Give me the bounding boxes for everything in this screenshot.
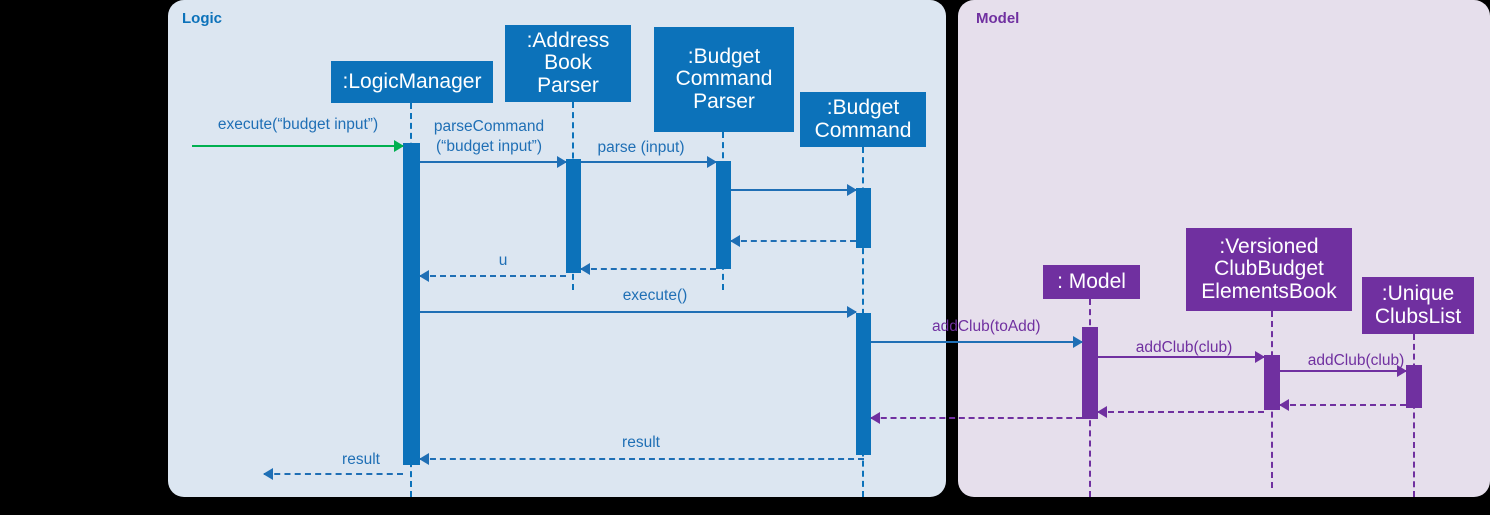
- m-return-versionedbook: [1098, 411, 1264, 413]
- act-budgetcommand-create: [856, 188, 871, 248]
- participant-label-logicmanager: :LogicManager: [342, 69, 482, 93]
- m-result-1: [420, 458, 864, 460]
- participant-label-addressbookparser: :Address Book Parser: [526, 29, 610, 97]
- m-addclub-club-2: [1280, 370, 1406, 372]
- m-return-u-label: u: [498, 252, 508, 269]
- m-return-model: [871, 417, 1082, 419]
- act-logicmanager: [403, 143, 420, 465]
- m-execute2: [420, 311, 856, 313]
- m-execute2-arrowhead-icon: [847, 306, 857, 318]
- m-parse-label: parse (input): [597, 139, 685, 156]
- lifeline-uniqueclubslist: [1413, 334, 1415, 497]
- m-parse-arrowhead-icon: [707, 156, 717, 168]
- m-return-parse-arrowhead-icon: [580, 263, 590, 275]
- panel-title-logic: Logic: [182, 10, 222, 27]
- participant-versionedclubbudgetelementsbook[interactable]: :Versioned ClubBudget ElementsBook: [1186, 228, 1352, 311]
- m-return-uniqueclubslist-arrowhead-icon: [1279, 399, 1289, 411]
- m-result-2: [264, 473, 403, 475]
- m-addclub-club-1-arrowhead-icon: [1255, 351, 1265, 363]
- participant-uniqueclubslist[interactable]: :Unique ClubsList: [1362, 277, 1474, 334]
- m-parsecommand: [420, 161, 566, 163]
- m-result-1-arrowhead-icon: [419, 453, 429, 465]
- participant-addressbookparser[interactable]: :Address Book Parser: [505, 25, 631, 102]
- sequence-diagram: Logic Model execute(“budget input”) parseCo…: [0, 0, 1490, 515]
- m-return-versionedbook-arrowhead-icon: [1097, 406, 1107, 418]
- act-budgetcommandparser: [716, 161, 731, 269]
- m-return-parse: [581, 268, 716, 270]
- participant-label-budgetcommand: :Budget Command: [814, 96, 912, 142]
- participant-label-uniqueclubslist: :Unique ClubsList: [1374, 282, 1462, 328]
- m-create-budgetcommand: [731, 189, 856, 191]
- act-uniqueclubslist: [1406, 365, 1422, 408]
- panel-title-model: Model: [976, 10, 1020, 27]
- m-parsecommand-arrowhead-icon: [557, 156, 567, 168]
- participant-label-model: : Model: [1057, 269, 1126, 293]
- act-addressbookparser: [566, 159, 581, 273]
- m-addclub-toadd-label: addClub(toAdd): [932, 318, 1041, 335]
- m-addclub-club-1-label: addClub(club): [1135, 339, 1233, 356]
- m-execute: [192, 145, 403, 147]
- act-versionedbook: [1264, 355, 1280, 410]
- m-result-2-arrowhead-icon: [263, 468, 273, 480]
- m-parsecommand-label: (“budget input”): [436, 138, 542, 155]
- m-addclub-club-2-label: addClub(club): [1307, 352, 1405, 369]
- m-parse: [581, 161, 716, 163]
- participant-label-versionedclubbudgetelementsbook: :Versioned ClubBudget ElementsBook: [1201, 235, 1337, 303]
- act-model: [1082, 327, 1098, 419]
- m-execute2-label: execute(): [622, 287, 688, 304]
- participant-label-budgetcommandparser: :Budget Command Parser: [675, 45, 773, 113]
- m-execute-arrowhead-icon: [394, 140, 404, 152]
- participant-logicmanager[interactable]: :LogicManager: [331, 61, 493, 103]
- participant-budgetcommand[interactable]: :Budget Command: [800, 92, 926, 147]
- m-return-budgetcommand: [731, 240, 856, 242]
- m-result-2-label: result: [342, 451, 380, 468]
- m-parsecommand-label: parseCommand: [433, 118, 545, 135]
- m-return-budgetcommand-arrowhead-icon: [730, 235, 740, 247]
- m-execute-label: execute(“budget input”): [217, 116, 379, 133]
- m-return-model-arrowhead-icon: [870, 412, 880, 424]
- m-return-u-arrowhead-icon: [419, 270, 429, 282]
- act-budgetcommand-exec: [856, 313, 871, 455]
- m-return-u: [420, 275, 566, 277]
- m-result-1-label: result: [622, 434, 660, 451]
- participant-budgetcommandparser[interactable]: :Budget Command Parser: [654, 27, 794, 132]
- m-create-budgetcommand-arrowhead-icon: [847, 184, 857, 196]
- m-return-uniqueclubslist: [1280, 404, 1406, 406]
- participant-model[interactable]: : Model: [1043, 265, 1140, 299]
- m-addclub-toadd-arrowhead-icon: [1073, 336, 1083, 348]
- m-addclub-toadd: [871, 341, 1082, 343]
